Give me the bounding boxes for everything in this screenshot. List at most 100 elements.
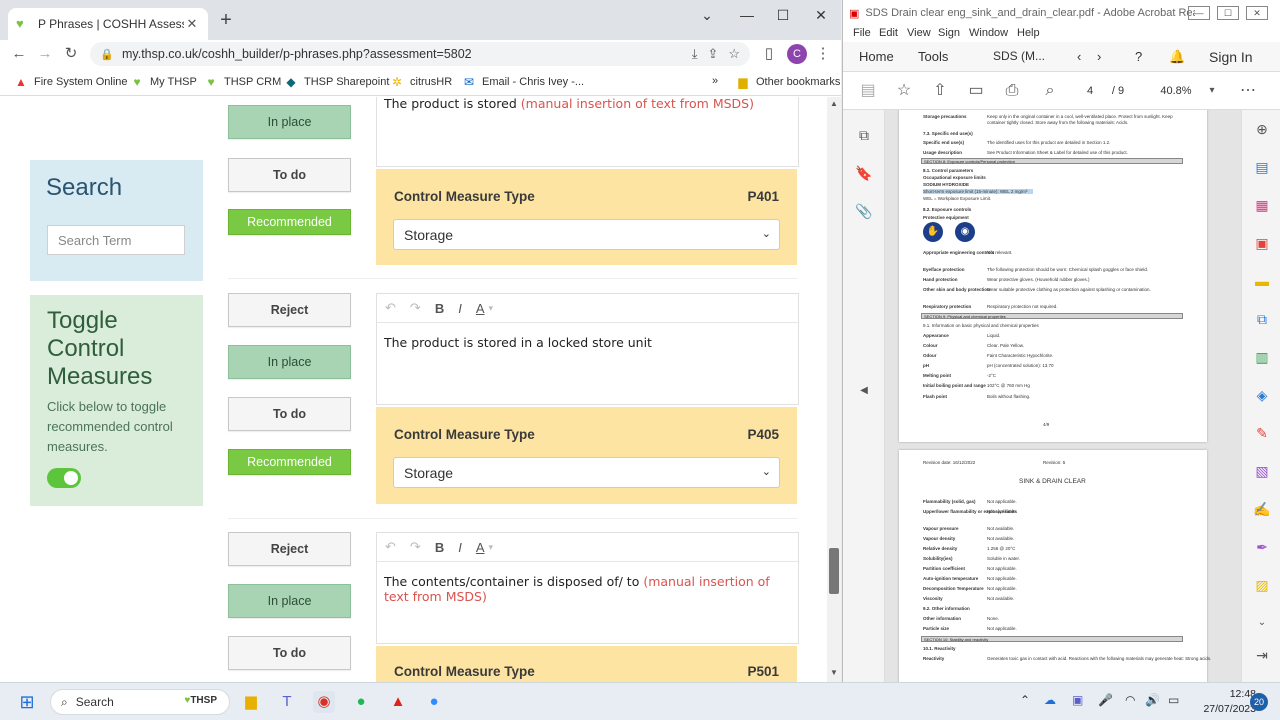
other-bookmarks-folder[interactable]: ▆ Other bookmarks [736, 75, 840, 89]
scroll-thumb[interactable] [829, 548, 839, 594]
chevron-left-icon[interactable]: ‹ [1077, 49, 1081, 64]
page-number-input[interactable]: 4 [1075, 81, 1105, 101]
create-pdf-icon[interactable]: ▤ [1253, 158, 1271, 176]
file-explorer-icon[interactable]: ▆ [240, 691, 262, 713]
new-tab-button[interactable]: + [216, 10, 236, 30]
reject-button[interactable]: Reject [228, 532, 351, 566]
collapse-left-icon[interactable]: ◀ [855, 382, 873, 400]
attachment-icon[interactable]: 📎 [855, 202, 873, 220]
redo-icon[interactable]: ↷ [410, 539, 421, 555]
menu-sign[interactable]: Sign [938, 27, 960, 39]
bookmarks-overflow-button[interactable]: » [712, 75, 718, 87]
bookmark-fire-system-online[interactable]: ▲ Fire System Online [14, 75, 127, 89]
chrome-icon[interactable]: ◉ [313, 691, 335, 713]
tab-home[interactable]: Home [859, 49, 894, 64]
taskbar-search[interactable]: ⌕ Search ♥THSP [50, 689, 230, 715]
address-bar[interactable]: 🔒 my.thsp.co.uk/coshh_builder/p-phrases.… [90, 42, 750, 66]
install-icon[interactable]: ⤓ [692, 46, 698, 62]
sign-in-button[interactable]: Sign In [1209, 49, 1253, 65]
file-icon[interactable]: ▭ [965, 81, 987, 101]
control-measure-type-select[interactable]: Storage ⌄ [393, 219, 780, 250]
teams-tray-icon[interactable]: ▣ [1072, 693, 1083, 707]
forward-arrow-icon[interactable]: → [34, 43, 56, 65]
request-signature-icon[interactable]: ✍ [1253, 500, 1271, 518]
bookmark-thsp-crm[interactable]: ♥ THSP CRM [204, 75, 281, 89]
tab-search-chevron-icon[interactable]: ⌄ [692, 4, 722, 26]
text-color-icon[interactable]: A [476, 301, 485, 316]
menu-view[interactable]: View [907, 27, 931, 39]
battery-icon[interactable]: ▭ [1168, 693, 1179, 707]
zoom-search-icon[interactable]: ⌕ [1039, 81, 1061, 101]
bookmark-my-thsp[interactable]: ♥ My THSP [130, 75, 196, 89]
toggle-switch[interactable] [47, 468, 81, 488]
editor-text[interactable]: The contents/container is disposed of/ t… [377, 562, 798, 616]
bold-icon[interactable]: B [435, 540, 444, 555]
text-color-icon[interactable]: A [476, 540, 485, 555]
wifi-icon[interactable]: ◠ [1125, 693, 1135, 707]
collapse-right-icon[interactable]: ⇥ [1253, 646, 1271, 664]
export-pdf-icon[interactable]: ▣ [1253, 234, 1271, 252]
taskbar-clock[interactable]: 12:48 27/07/2023 [1190, 687, 1256, 717]
reject-button[interactable]: Reject [228, 293, 351, 327]
control-measure-type-select[interactable]: Storage ⌄ [393, 457, 780, 488]
back-arrow-icon[interactable]: ← [8, 43, 30, 65]
to-do-button[interactable]: To do [228, 397, 351, 431]
acrobat-icon[interactable]: ▲ [387, 691, 409, 713]
comment-icon[interactable]: ▬ [1253, 272, 1271, 290]
bookmark-star-icon[interactable]: ☆ [728, 46, 740, 62]
bold-icon[interactable]: B [435, 301, 444, 316]
italic-icon[interactable]: I [458, 540, 462, 555]
chevron-down-icon[interactable]: ▾ [489, 303, 494, 314]
recommended-button[interactable]: Recommended [228, 449, 351, 475]
search-input[interactable]: Search Term [47, 225, 185, 255]
side-panel-icon[interactable]: ▯ [758, 43, 780, 65]
print-icon[interactable]: ⎙ [1001, 81, 1023, 101]
redo-icon[interactable]: ↷ [410, 300, 421, 316]
notification-badge[interactable]: 20 [1250, 693, 1268, 711]
close-window-button[interactable]: ✕ [1246, 6, 1268, 20]
maximize-button[interactable]: ☐ [768, 4, 798, 26]
windows-start-icon[interactable]: ⊞ [16, 691, 38, 713]
save-icon[interactable]: ▤ [857, 81, 879, 101]
share-icon[interactable]: ⇪ [707, 46, 718, 62]
bookmark-icon[interactable]: 🔖 [855, 164, 873, 182]
undo-icon[interactable]: ↶ [385, 539, 396, 555]
chevron-down-icon[interactable]: ⌄ [1253, 614, 1271, 632]
in-place-button[interactable]: In place [228, 345, 351, 379]
editor-text[interactable]: The product is stored (manual insertion … [377, 97, 798, 123]
undo-icon[interactable]: ↶ [385, 300, 396, 316]
bookmark-thsp-sharepoint[interactable]: ◆ THSP Sharepoint [284, 75, 389, 89]
in-place-button[interactable]: In place [228, 584, 351, 618]
spotify-icon[interactable]: ● [350, 691, 372, 713]
pdf-document-view[interactable]: Storage precautions Keep only in the orig… [885, 110, 1241, 682]
profile-avatar[interactable]: C [787, 44, 807, 64]
edit-pdf-icon[interactable]: ▥ [1253, 348, 1271, 366]
menu-edit[interactable]: Edit [879, 27, 898, 39]
sign-icon[interactable]: ✒ [1253, 538, 1271, 556]
reload-icon[interactable]: ↻ [60, 43, 82, 65]
more-menu-icon[interactable]: ⋮ [812, 43, 834, 65]
pages-icon[interactable]: ⧉ [855, 126, 873, 144]
more-options-icon[interactable]: ⋯ [1237, 81, 1259, 101]
zoom-icon[interactable]: ⊕ [1253, 120, 1271, 138]
scroll-up-icon[interactable]: ▲ [827, 99, 841, 111]
maximize-button[interactable]: ☐ [1217, 6, 1239, 20]
combine-files-icon[interactable]: ⧉ [1253, 310, 1271, 328]
star-icon[interactable]: ☆ [893, 81, 915, 101]
browser-tab-active[interactable]: ♥ P Phrases | COSHH Assessment F ✕ [8, 8, 208, 40]
fill-sign-icon[interactable]: ✎ [1253, 424, 1271, 442]
protect-icon[interactable]: ▧ [1253, 462, 1271, 480]
menu-file[interactable]: File [853, 27, 871, 39]
scroll-down-icon[interactable]: ▼ [827, 668, 841, 680]
measure-editor-2[interactable]: ↶ ↷ B I A ▾ The product is stored in a l… [376, 293, 799, 405]
microphone-icon[interactable]: 🎤 [1098, 693, 1113, 707]
chevron-down-icon[interactable]: ▾ [1201, 81, 1223, 101]
close-window-button[interactable]: ✕ [806, 4, 836, 26]
in-place-button[interactable]: In place [228, 105, 351, 139]
to-do-button[interactable]: To do [228, 158, 351, 192]
chevron-right-icon[interactable]: › [1097, 49, 1101, 64]
chevron-down-icon[interactable]: ▾ [489, 542, 494, 553]
editor-text[interactable]: The product is stored in a locked store … [377, 323, 798, 362]
tab-document[interactable]: SDS (M... [993, 49, 1045, 63]
onedrive-icon[interactable]: ☁ [1044, 693, 1056, 707]
